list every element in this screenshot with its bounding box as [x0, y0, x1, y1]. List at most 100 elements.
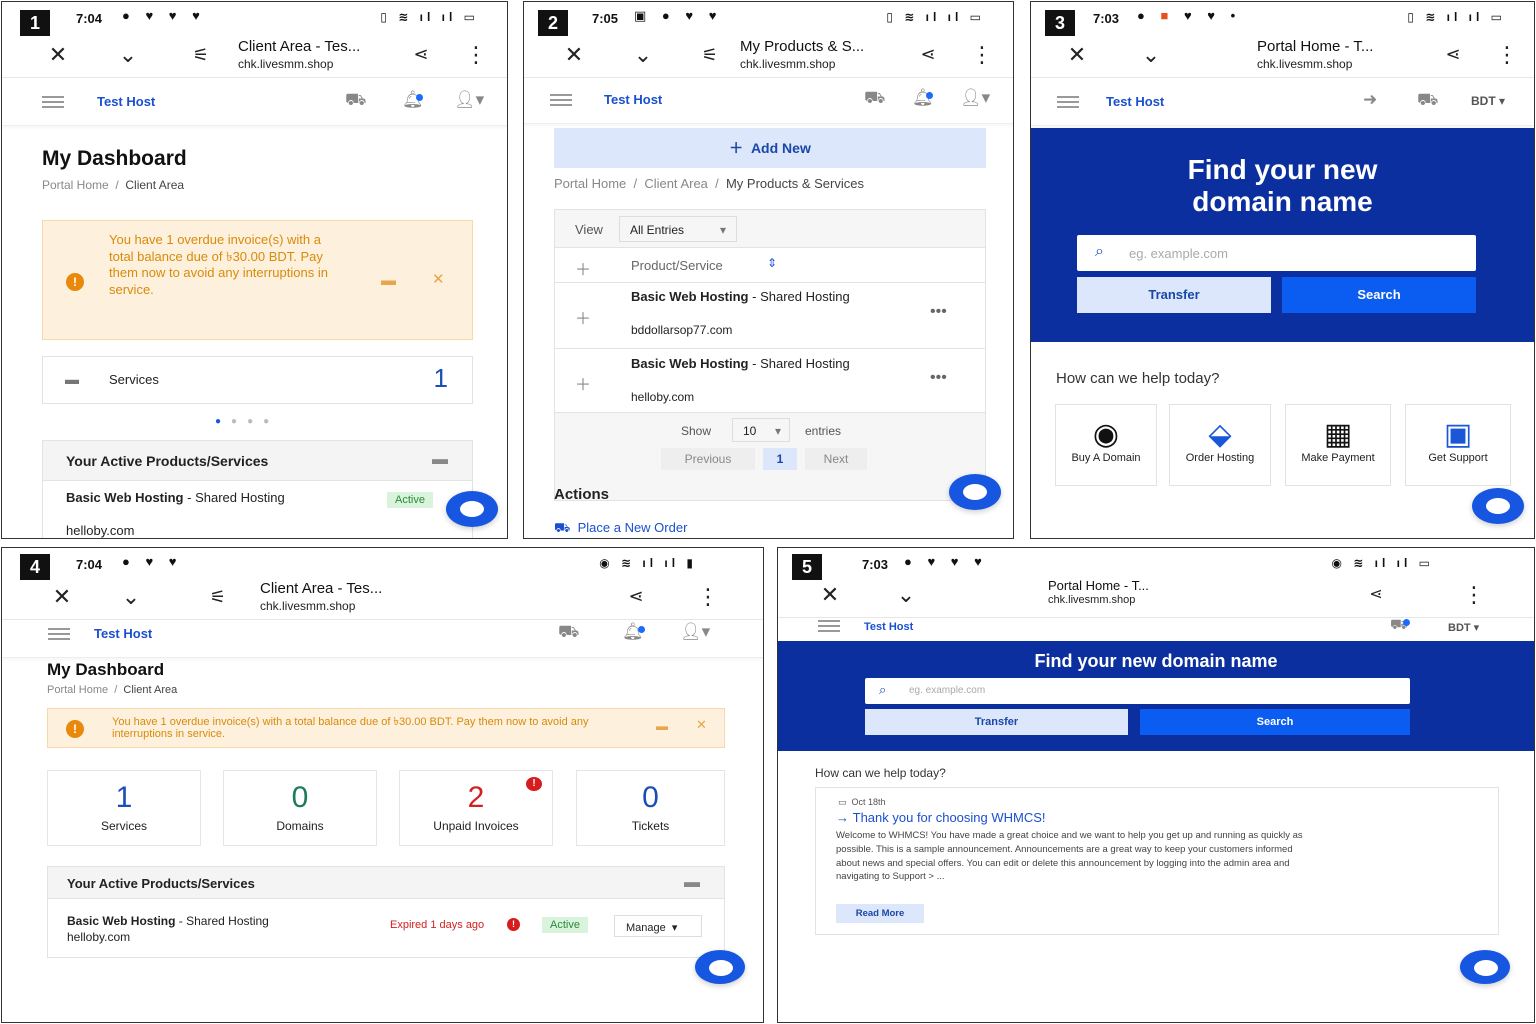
chevron-down-icon[interactable]: ⌄ [117, 584, 145, 610]
announcement-title[interactable]: → Thank you for choosing WHMCS! [836, 810, 1046, 825]
close-icon[interactable]: ✕ [560, 42, 588, 68]
expand-icon[interactable]: ＋ [575, 305, 591, 329]
expand-all-icon[interactable]: ＋ [575, 256, 591, 280]
user-icon[interactable]: 👤︎▾ [454, 90, 484, 110]
tune-icon[interactable]: ⚟ [204, 587, 232, 608]
share-icon[interactable]: ⋖ [1439, 44, 1467, 65]
close-icon[interactable]: ✕ [44, 42, 72, 68]
tune-icon[interactable]: ⚟ [696, 45, 724, 66]
crumb-home[interactable]: Portal Home [554, 176, 626, 191]
share-icon[interactable]: ⋖ [1362, 584, 1390, 604]
more-icon[interactable]: ⋮ [694, 584, 722, 610]
currency-select[interactable]: BDT ▾ [1448, 621, 1479, 634]
dismiss-icon[interactable]: ✕ [696, 718, 707, 731]
tune-icon[interactable]: ⚟ [187, 45, 215, 66]
user-icon[interactable]: 👤︎▾ [960, 88, 990, 108]
table-row[interactable]: ＋ Basic Web Hosting - Shared Hosting bdd… [555, 283, 985, 349]
sort-icon[interactable]: ⇕ [767, 256, 777, 270]
chat-icon[interactable] [1472, 488, 1524, 524]
row-menu-icon[interactable]: ••• [930, 303, 947, 321]
chevron-down-icon[interactable]: ⌄ [114, 42, 142, 68]
notification-dot [926, 92, 933, 99]
make-payment-tile[interactable]: ▦ Make Payment [1285, 404, 1391, 486]
page-1-button[interactable]: 1 [763, 448, 797, 470]
manage-dropdown[interactable]: Manage ▾ [614, 915, 702, 937]
tickets-stat[interactable]: 0 Tickets [576, 770, 725, 846]
exclamation-icon: ! [66, 720, 84, 738]
share-icon[interactable]: ⋖ [622, 586, 650, 607]
user-icon[interactable]: 👤︎▾ [680, 622, 710, 642]
page-url: chk.livesmm.shop [1257, 57, 1353, 71]
previous-button[interactable]: Previous [661, 448, 755, 470]
brand-link[interactable]: Test Host [604, 92, 662, 107]
chevron-down-icon[interactable]: ⌄ [629, 42, 657, 68]
close-icon[interactable]: ✕ [1063, 42, 1091, 68]
cart-icon[interactable]: ⛟ [1417, 90, 1438, 112]
crumb-home[interactable]: Portal Home [42, 178, 109, 192]
transfer-button[interactable]: Transfer [865, 709, 1128, 735]
folder-icon[interactable]: ▬ [656, 720, 668, 732]
column-header[interactable]: Product/Service [631, 258, 723, 273]
more-icon[interactable]: ⋮ [1460, 582, 1488, 608]
view-select[interactable]: All Entries ▾ [619, 216, 737, 242]
menu-icon[interactable] [1057, 96, 1079, 108]
chat-icon[interactable] [695, 950, 745, 984]
crumb-client-area[interactable]: Client Area [644, 176, 708, 191]
expand-icon[interactable]: ＋ [575, 371, 591, 395]
product-name[interactable]: Basic Web Hosting - Shared Hosting [67, 914, 269, 928]
unpaid-invoices-stat[interactable]: 2 Unpaid Invoices! [399, 770, 553, 846]
order-hosting-tile[interactable]: ⬙ Order Hosting [1169, 404, 1271, 486]
services-stat[interactable]: 1 Services [47, 770, 201, 846]
close-icon[interactable]: ✕ [48, 584, 76, 610]
view-label: View [575, 222, 603, 237]
chevron-down-icon[interactable]: ⌄ [1137, 42, 1165, 68]
get-support-tile[interactable]: ▣ Get Support [1405, 404, 1511, 486]
share-icon[interactable]: ⋖ [407, 44, 435, 65]
more-icon[interactable]: ⋮ [462, 42, 490, 68]
close-icon[interactable]: ✕ [816, 582, 844, 608]
share-icon[interactable]: ⋖ [914, 44, 942, 65]
domain-search-input[interactable]: ⌕ eg. example.com [865, 678, 1410, 704]
cart-icon[interactable]: ⛟ [345, 90, 366, 112]
transfer-button[interactable]: Transfer [1077, 277, 1271, 313]
page-url: chk.livesmm.shop [1048, 594, 1136, 606]
add-new-button[interactable]: ＋ Add New [554, 128, 986, 168]
crumb-home[interactable]: Portal Home [47, 684, 108, 696]
services-card[interactable]: ▬ Services 1 [42, 356, 473, 404]
brand-link[interactable]: Test Host [97, 94, 155, 109]
chevron-down-icon[interactable]: ⌄ [892, 582, 920, 608]
folder-icon[interactable]: ▬ [381, 272, 396, 290]
menu-icon[interactable] [48, 628, 70, 640]
next-button[interactable]: Next [805, 448, 867, 470]
buy-domain-tile[interactable]: ◉ Buy A Domain [1055, 404, 1157, 486]
product-name[interactable]: Basic Web Hosting - Shared Hosting [66, 490, 306, 506]
more-icon[interactable]: ⋮ [1493, 42, 1521, 68]
chat-icon[interactable] [446, 491, 498, 527]
chat-icon[interactable] [949, 474, 1001, 510]
brand-link[interactable]: Test Host [94, 626, 152, 641]
table-row[interactable]: ＋ Basic Web Hosting - Shared Hosting hel… [555, 349, 985, 413]
row-menu-icon[interactable]: ••• [930, 369, 947, 387]
dismiss-icon[interactable]: ✕ [432, 271, 445, 289]
domains-stat[interactable]: 0 Domains [223, 770, 377, 846]
cart-icon[interactable]: ⛟ [558, 622, 579, 644]
read-more-button[interactable]: Read More [836, 904, 924, 923]
place-order-link[interactable]: ⛟ Place a New Order [554, 520, 687, 538]
carousel-dots[interactable]: ●●●● [215, 416, 279, 427]
menu-icon[interactable] [818, 620, 840, 632]
forward-icon[interactable]: ➜ [1363, 90, 1377, 110]
brand-link[interactable]: Test Host [864, 621, 913, 633]
chat-icon[interactable] [1460, 950, 1510, 984]
actions-heading: Actions [554, 486, 610, 503]
menu-icon[interactable] [550, 94, 572, 106]
brand-link[interactable]: Test Host [1106, 94, 1164, 109]
cart-icon[interactable]: ⛟ [864, 88, 885, 110]
currency-select[interactable]: BDT ▾ [1471, 94, 1505, 108]
menu-icon[interactable] [42, 96, 64, 108]
page-size-select[interactable]: 10 ▾ [732, 418, 790, 442]
search-button[interactable]: Search [1282, 277, 1476, 313]
domain-search-input[interactable]: ⌕ eg. example.com [1077, 235, 1476, 271]
more-icon[interactable]: ⋮ [968, 42, 996, 68]
search-button[interactable]: Search [1140, 709, 1410, 735]
products-table: View All Entries ▾ ＋ Product/Service ⇕ ＋ … [554, 209, 986, 501]
